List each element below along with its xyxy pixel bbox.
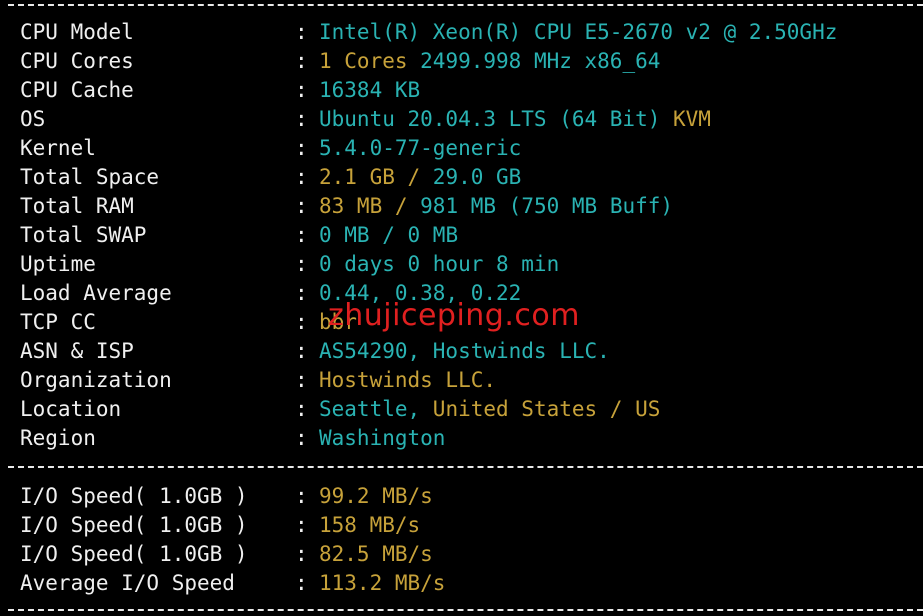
row-label: ASN & ISP bbox=[20, 339, 134, 363]
row-label: Organization bbox=[20, 368, 172, 392]
row-value: 2.1 GB / bbox=[319, 165, 433, 189]
row-colon: : bbox=[295, 571, 308, 595]
row-value: AS54290, Hostwinds LLC. bbox=[319, 339, 610, 363]
row-label: Location bbox=[20, 397, 122, 421]
row-value: 0 days 0 hour 8 min bbox=[319, 252, 560, 276]
row-label: I/O Speed( 1.0GB ) bbox=[20, 484, 248, 508]
row-value: 981 MB bbox=[420, 194, 509, 218]
row-label: I/O Speed( 1.0GB ) bbox=[20, 542, 248, 566]
row-colon: : bbox=[295, 223, 308, 247]
info-row: Total SWAP:0 MB / 0 MB bbox=[20, 221, 458, 250]
row-label: Load Average bbox=[20, 281, 172, 305]
row-value: 1 Cores bbox=[319, 49, 421, 73]
row-label: Total RAM bbox=[20, 194, 134, 218]
row-value: Washington bbox=[319, 426, 446, 450]
row-colon: : bbox=[295, 310, 308, 334]
row-label: Total SWAP bbox=[20, 223, 147, 247]
row-colon: : bbox=[295, 78, 308, 102]
row-colon: : bbox=[295, 513, 308, 537]
info-row: ASN & ISP: AS54290, Hostwinds LLC. bbox=[20, 337, 610, 366]
row-value: 0 MB bbox=[407, 223, 459, 247]
row-colon: : bbox=[295, 107, 308, 131]
separator-bottom bbox=[8, 609, 923, 611]
info-row: CPU Cache:16384 KB bbox=[20, 76, 420, 105]
row-colon: : bbox=[295, 281, 308, 305]
row-label: Kernel bbox=[20, 136, 96, 160]
row-value: Hostwinds LLC. bbox=[319, 368, 497, 392]
row-value: 5.4.0-77-generic bbox=[319, 136, 522, 160]
info-row: Total Space:2.1 GB / 29.0 GB bbox=[20, 163, 521, 192]
row-value: 2499.998 MHz x86_64 bbox=[420, 49, 661, 73]
info-row: OS: Ubuntu 20.04.3 LTS (64 Bit) KVM bbox=[20, 105, 711, 134]
row-value: 29.0 GB bbox=[432, 165, 522, 189]
row-colon: : bbox=[295, 368, 308, 392]
row-colon: : bbox=[295, 397, 308, 421]
row-colon: : bbox=[295, 542, 308, 566]
row-value: Ubuntu 20.04.3 LTS (64 Bit) bbox=[319, 107, 674, 131]
separator-middle bbox=[8, 466, 923, 468]
row-value: 82.5 MB/s bbox=[319, 542, 433, 566]
row-label: CPU Cache bbox=[20, 78, 134, 102]
info-row: CPU Model: Intel(R) Xeon(R) CPU E5-2670 v… bbox=[20, 18, 837, 47]
row-colon: : bbox=[295, 426, 308, 450]
row-value: 83 MB / bbox=[319, 194, 421, 218]
row-colon: : bbox=[295, 49, 308, 73]
watermark: zhujiceping.com bbox=[328, 298, 580, 333]
row-label: I/O Speed( 1.0GB ) bbox=[20, 513, 248, 537]
info-row: Kernel:5.4.0-77-generic bbox=[20, 134, 521, 163]
info-row: Region: Washington bbox=[20, 424, 445, 453]
row-value: 158 MB/s bbox=[319, 513, 421, 537]
info-row: Uptime:0 days 0 hour 8 min bbox=[20, 250, 559, 279]
row-value: (750 MB Buff) bbox=[508, 194, 674, 218]
row-colon: : bbox=[295, 165, 308, 189]
row-value: KVM bbox=[673, 107, 711, 131]
io-speed-row: Average I/O Speed:113.2 MB/s bbox=[20, 569, 445, 598]
row-label: CPU Model bbox=[20, 20, 134, 44]
row-label: TCP CC bbox=[20, 310, 96, 334]
info-row: TCP CC: bbr bbox=[20, 308, 357, 337]
info-row: Total RAM:83 MB / 981 MB (750 MB Buff) bbox=[20, 192, 673, 221]
row-label: Average I/O Speed bbox=[20, 571, 235, 595]
io-speed-row: I/O Speed( 1.0GB ):158 MB/s bbox=[20, 511, 420, 540]
row-label: Region bbox=[20, 426, 96, 450]
separator-top bbox=[8, 4, 923, 6]
row-colon: : bbox=[295, 252, 308, 276]
io-speed-row: I/O Speed( 1.0GB ):99.2 MB/s bbox=[20, 482, 433, 511]
row-colon: : bbox=[295, 136, 308, 160]
row-value: 113.2 MB/s bbox=[319, 571, 446, 595]
row-value: 0 MB / bbox=[319, 223, 408, 247]
row-value: Intel(R) Xeon(R) CPU E5-2670 v2 @ 2.50GH… bbox=[319, 20, 838, 44]
row-value: 16384 KB bbox=[319, 78, 421, 102]
row-label: CPU Cores bbox=[20, 49, 134, 73]
row-label: OS bbox=[20, 107, 46, 131]
row-colon: : bbox=[295, 20, 308, 44]
row-colon: : bbox=[295, 484, 308, 508]
info-row: Organization: Hostwinds LLC. bbox=[20, 366, 496, 395]
info-row: CPU Cores:1 Cores 2499.998 MHz x86_64 bbox=[20, 47, 660, 76]
row-label: Total Space bbox=[20, 165, 160, 189]
terminal-output: CPU Model: Intel(R) Xeon(R) CPU E5-2670 v… bbox=[0, 0, 923, 616]
row-value: United States / US bbox=[432, 397, 661, 421]
row-colon: : bbox=[295, 194, 308, 218]
row-label: Uptime bbox=[20, 252, 96, 276]
row-colon: : bbox=[295, 339, 308, 363]
io-speed-row: I/O Speed( 1.0GB ):82.5 MB/s bbox=[20, 540, 433, 569]
info-row: Location: Seattle, United States / US bbox=[20, 395, 660, 424]
row-value: Seattle, bbox=[319, 397, 433, 421]
row-value: 99.2 MB/s bbox=[319, 484, 433, 508]
